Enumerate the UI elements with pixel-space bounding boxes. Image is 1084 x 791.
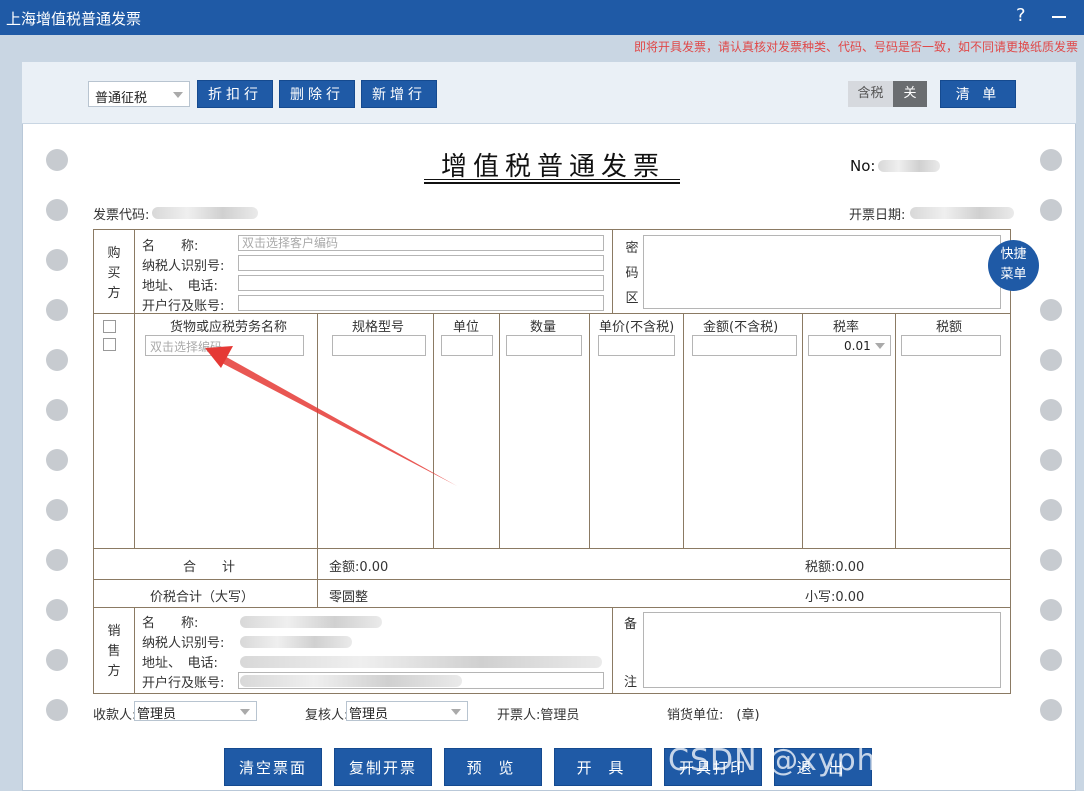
grand-total-small: 小写:0.00 (805, 590, 865, 605)
remark-label: 注 (624, 675, 638, 690)
remark-textarea[interactable] (643, 612, 1001, 688)
seller-section-label: 销 售 方 (106, 622, 122, 682)
seller-unit-label: 销货单位: (章) (667, 708, 760, 723)
seller-taxid-label: 纳税人识别号: (142, 636, 225, 651)
payee-label: 收款人: (93, 708, 137, 723)
seller-name-label: 名 称: (142, 616, 199, 631)
redacted-seller-taxid (240, 636, 352, 648)
clear-invoice-button[interactable]: 清空票面 (224, 748, 322, 786)
grand-total-label: 价税合计（大写） (150, 590, 255, 605)
remark-label: 备 (624, 617, 638, 632)
chevron-down-icon (451, 709, 461, 715)
seller-address-label: 地址、 电话: (142, 656, 218, 671)
payee-select[interactable]: 管理员 (134, 701, 257, 722)
reviewer-label: 复核人: (305, 708, 349, 723)
redacted-seller-name (240, 616, 382, 628)
total-label: 合 计 (183, 560, 236, 575)
redacted-seller-address (240, 656, 602, 668)
redacted-seller-bank (240, 675, 462, 687)
payee-value: 管理员 (137, 707, 177, 722)
seller-label-char: 方 (107, 664, 121, 679)
chevron-down-icon (240, 709, 250, 715)
issuer-label: 开票人:管理员 (497, 708, 580, 723)
seller-bank-label: 开户行及账号: (142, 676, 225, 691)
total-amount: 金额:0.00 (329, 560, 389, 575)
juejin-watermark: @稀土掘金技术社区 (918, 766, 1054, 784)
copy-invoice-button[interactable]: 复制开票 (334, 748, 432, 786)
issue-button[interactable]: 开 具 (554, 748, 652, 786)
seller-label-char: 销 (107, 624, 121, 639)
seller-label-char: 售 (107, 644, 121, 659)
reviewer-select[interactable]: 管理员 (346, 701, 468, 722)
reviewer-value: 管理员 (349, 707, 389, 722)
total-tax: 税额:0.00 (805, 560, 865, 575)
grand-total-words: 零圆整 (329, 590, 369, 605)
preview-button[interactable]: 预 览 (444, 748, 542, 786)
